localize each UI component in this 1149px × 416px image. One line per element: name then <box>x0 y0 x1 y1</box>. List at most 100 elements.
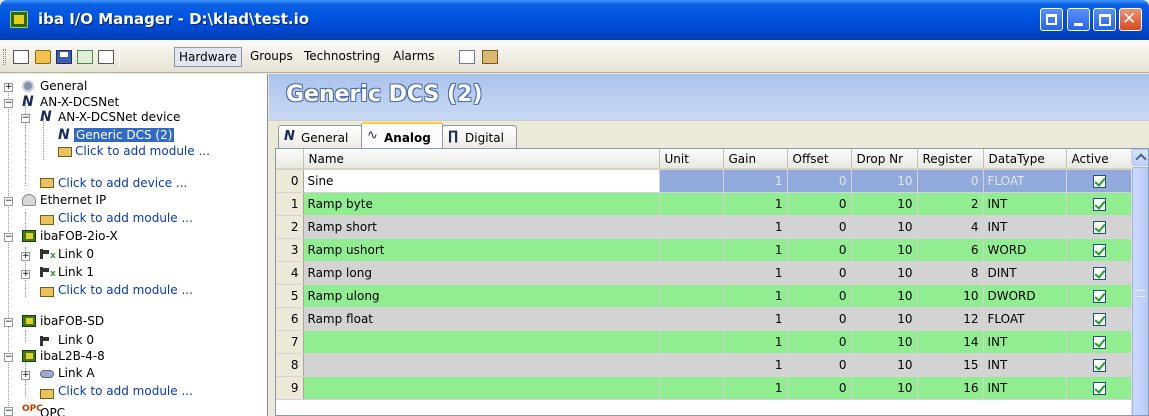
cell-name[interactable]: Ramp ushort <box>303 238 660 262</box>
row-number[interactable]: 2 <box>276 215 304 239</box>
cell-offset[interactable]: 0 <box>787 261 852 285</box>
cell-offset[interactable]: 0 <box>787 192 852 216</box>
row-number[interactable]: 8 <box>276 353 304 377</box>
expand-toggle[interactable]: + <box>21 270 30 279</box>
tree-item-anx-dcsnet[interactable]: AN-X-DCSNet <box>40 95 119 109</box>
cell-name[interactable]: Ramp short <box>303 215 660 239</box>
expand-toggle[interactable]: + <box>21 371 30 380</box>
active-checkbox[interactable] <box>1093 335 1106 349</box>
tree-item-generic-dcs[interactable]: Generic DCS (2) <box>74 128 175 142</box>
cell-offset[interactable]: 0 <box>787 330 852 354</box>
tab-general[interactable]: N General <box>278 125 362 148</box>
tree-item-general[interactable]: General <box>40 79 87 93</box>
cell-name[interactable]: Ramp byte <box>303 192 660 216</box>
cell-register[interactable]: 4 <box>917 215 984 239</box>
tree-item-link-0[interactable]: Link 0 <box>58 247 94 261</box>
tree-item-ibal2b[interactable]: ibaL2B-4-8 <box>40 349 105 363</box>
copy-icon[interactable] <box>459 50 475 64</box>
cell-gain[interactable]: 1 <box>723 353 788 377</box>
active-checkbox[interactable] <box>1093 358 1106 372</box>
cell-unit[interactable] <box>659 215 724 239</box>
cell-drop-nr[interactable]: 10 <box>851 353 918 377</box>
cell-gain[interactable]: 1 <box>723 192 788 216</box>
collapse-toggle[interactable]: − <box>4 353 13 362</box>
close-button[interactable]: ✕ <box>1119 8 1142 31</box>
active-checkbox[interactable] <box>1093 312 1106 326</box>
export-icon[interactable] <box>98 50 114 64</box>
scroll-thumb[interactable] <box>1132 167 1148 415</box>
cell-datatype[interactable]: INT <box>983 215 1067 239</box>
minimize-button[interactable] <box>1067 8 1090 31</box>
cell-name[interactable] <box>303 376 660 400</box>
cell-register[interactable]: 15 <box>917 353 984 377</box>
cell-offset[interactable]: 0 <box>787 376 852 400</box>
cell-gain[interactable]: 1 <box>723 330 788 354</box>
maximize-button[interactable] <box>1093 8 1116 31</box>
cell-unit[interactable] <box>659 376 724 400</box>
toolbar-tab-groups[interactable]: Groups <box>246 47 297 67</box>
paste-icon[interactable] <box>482 50 498 64</box>
cell-datatype[interactable]: FLOAT <box>983 169 1067 193</box>
tree-item-add-module[interactable]: Click to add module ... <box>58 283 193 297</box>
active-checkbox[interactable] <box>1093 266 1106 280</box>
cell-unit[interactable] <box>659 261 724 285</box>
active-checkbox[interactable] <box>1093 381 1106 395</box>
cell-datatype[interactable]: INT <box>983 353 1067 377</box>
cell-drop-nr[interactable]: 10 <box>851 261 918 285</box>
collapse-toggle[interactable]: − <box>4 99 13 108</box>
tree-item-add-module[interactable]: Click to add module ... <box>75 144 210 158</box>
tree-item-sd-link-0[interactable]: Link 0 <box>58 333 94 347</box>
tab-analog[interactable]: ∿ Analog <box>361 122 443 149</box>
row-number[interactable]: 7 <box>276 330 304 354</box>
tree-item-add-module[interactable]: Click to add module ... <box>58 384 193 398</box>
table-row[interactable]: 1 Ramp byte 1 0 10 2 INT <box>276 192 1134 216</box>
cell-gain[interactable]: 1 <box>723 376 788 400</box>
cell-name[interactable]: Ramp float <box>303 307 660 331</box>
row-number[interactable]: 3 <box>276 238 304 262</box>
tree-item-add-device[interactable]: Click to add device ... <box>58 176 187 190</box>
table-row[interactable]: 2 Ramp short 1 0 10 4 INT <box>276 215 1134 239</box>
column-header-active[interactable]: Active <box>1066 149 1134 170</box>
cell-name[interactable]: Ramp ulong <box>303 284 660 308</box>
cell-gain[interactable]: 1 <box>723 169 788 193</box>
expand-toggle[interactable]: + <box>4 83 13 92</box>
column-header-gain[interactable]: Gain <box>723 149 788 170</box>
cell-drop-nr[interactable]: 10 <box>851 169 918 193</box>
cell-gain[interactable]: 1 <box>723 238 788 262</box>
tree-item-ibafob-2io-x[interactable]: ibaFOB-2io-X <box>40 229 118 243</box>
cell-name[interactable]: Ramp long <box>303 261 660 285</box>
table-row[interactable]: 7 1 0 10 14 INT <box>276 330 1134 354</box>
cell-unit[interactable] <box>659 169 724 193</box>
row-number[interactable]: 1 <box>276 192 304 216</box>
table-row[interactable]: 6 Ramp float 1 0 10 12 FLOAT <box>276 307 1134 331</box>
cell-name[interactable]: Sine <box>303 169 660 193</box>
collapse-toggle[interactable]: − <box>4 233 13 242</box>
cell-offset[interactable]: 0 <box>787 284 852 308</box>
column-header-name[interactable]: Name <box>303 149 660 170</box>
row-number[interactable]: 6 <box>276 307 304 331</box>
tree-item-link-1[interactable]: Link 1 <box>58 265 94 279</box>
table-row[interactable]: 8 1 0 10 15 INT <box>276 353 1134 377</box>
cell-datatype[interactable]: WORD <box>983 238 1067 262</box>
cell-register[interactable]: 6 <box>917 238 984 262</box>
cell-register[interactable]: 0 <box>917 169 984 193</box>
new-file-icon[interactable] <box>13 50 29 64</box>
table-row[interactable]: 3 Ramp ushort 1 0 10 6 WORD <box>276 238 1134 262</box>
row-number[interactable]: 9 <box>276 376 304 400</box>
cell-offset[interactable]: 0 <box>787 215 852 239</box>
column-header-datatype[interactable]: DataType <box>983 149 1067 170</box>
column-header-offset[interactable]: Offset <box>787 149 852 170</box>
cell-datatype[interactable]: FLOAT <box>983 307 1067 331</box>
cell-register[interactable]: 12 <box>917 307 984 331</box>
cell-drop-nr[interactable]: 10 <box>851 376 918 400</box>
cell-drop-nr[interactable]: 10 <box>851 215 918 239</box>
restore-layout-button[interactable] <box>1040 8 1063 31</box>
vertical-scrollbar[interactable] <box>1131 149 1148 415</box>
row-number[interactable]: 5 <box>276 284 304 308</box>
column-header-unit[interactable]: Unit <box>659 149 724 170</box>
cell-unit[interactable] <box>659 284 724 308</box>
table-row[interactable]: 4 Ramp long 1 0 10 8 DINT <box>276 261 1134 285</box>
cell-drop-nr[interactable]: 10 <box>851 284 918 308</box>
tree-item-link-a[interactable]: Link A <box>58 366 95 380</box>
cell-register[interactable]: 8 <box>917 261 984 285</box>
